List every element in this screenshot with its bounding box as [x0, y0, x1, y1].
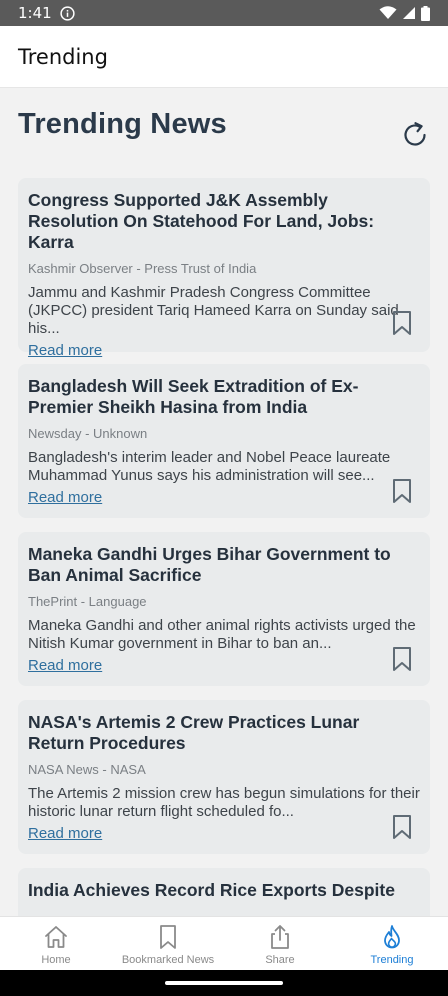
news-card[interactable]: Bangladesh Will Seek Extradition of Ex-P…: [18, 364, 430, 518]
nav-share[interactable]: Share: [224, 917, 336, 970]
info-icon: [60, 5, 75, 21]
news-description: Maneka Gandhi and other animal rights ac…: [28, 617, 416, 652]
nav-home-label: Home: [41, 954, 71, 966]
news-description: Bangladesh's interim leader and Nobel Pe…: [28, 449, 391, 484]
news-source: Newsday - Unknown: [28, 426, 148, 441]
bookmark-icon[interactable]: [392, 646, 412, 672]
app-bar: Trending: [0, 26, 448, 88]
app-bar-title: Trending: [18, 44, 108, 69]
news-description: Jammu and Kashmir Pradesh Congress Commi…: [28, 284, 399, 337]
nav-home[interactable]: Home: [0, 917, 112, 970]
nav-bookmarked-news[interactable]: Bookmarked News: [112, 917, 224, 970]
bookmark-icon[interactable]: [392, 310, 412, 336]
news-title[interactable]: NASA's Artemis 2 Crew Practices Lunar Re…: [28, 712, 420, 754]
news-list[interactable]: Trending News Congress Supported J&K Ass…: [0, 88, 448, 916]
nav-share-label: Share: [265, 954, 295, 966]
news-card[interactable]: India Achieves Record Rice Exports Despi…: [18, 868, 430, 916]
news-title[interactable]: Maneka Gandhi Urges Bihar Government to …: [28, 544, 420, 586]
nav-trending-label: Trending: [370, 954, 414, 966]
status-bar: 1:41: [0, 0, 448, 26]
news-title[interactable]: Congress Supported J&K Assembly Resoluti…: [28, 190, 420, 253]
share-icon: [271, 925, 289, 949]
flame-icon: [384, 925, 400, 949]
heading-row: Trending News: [18, 108, 430, 148]
news-source: Kashmir Observer - Press Trust of India: [28, 261, 257, 276]
nav-trending[interactable]: Trending: [336, 917, 448, 970]
news-title[interactable]: Bangladesh Will Seek Extradition of Ex-P…: [28, 376, 420, 418]
read-more-link[interactable]: Read more: [28, 657, 102, 674]
page-title: Trending News: [18, 108, 227, 140]
bookmark-icon[interactable]: [392, 814, 412, 840]
nav-bookmarked-label: Bookmarked News: [121, 954, 215, 966]
read-more-link[interactable]: Read more: [28, 489, 102, 506]
refresh-icon[interactable]: [400, 120, 430, 150]
news-card[interactable]: Maneka Gandhi Urges Bihar Government to …: [18, 532, 430, 686]
wifi-icon: [379, 6, 397, 19]
bottom-navigation: Home Bookmarked News Share Trending: [0, 916, 448, 970]
news-source: ThePrint - Language: [28, 594, 147, 609]
read-more-link[interactable]: Read more: [28, 825, 102, 842]
read-more-link[interactable]: Read more: [28, 342, 102, 359]
news-title[interactable]: India Achieves Record Rice Exports Despi…: [28, 880, 420, 901]
signal-icon: [403, 7, 415, 19]
battery-icon: [421, 5, 430, 21]
news-description: The Artemis 2 mission crew has begun sim…: [28, 785, 420, 820]
home-icon: [45, 926, 67, 948]
status-time: 1:41: [18, 4, 52, 22]
bookmark-icon[interactable]: [392, 478, 412, 504]
gesture-bar: [0, 970, 448, 996]
bookmark-icon: [160, 925, 176, 949]
news-card[interactable]: NASA's Artemis 2 Crew Practices Lunar Re…: [18, 700, 430, 854]
news-source: NASA News - NASA: [28, 762, 146, 777]
home-gesture-handle[interactable]: [165, 981, 283, 985]
news-card[interactable]: Congress Supported J&K Assembly Resoluti…: [18, 178, 430, 359]
